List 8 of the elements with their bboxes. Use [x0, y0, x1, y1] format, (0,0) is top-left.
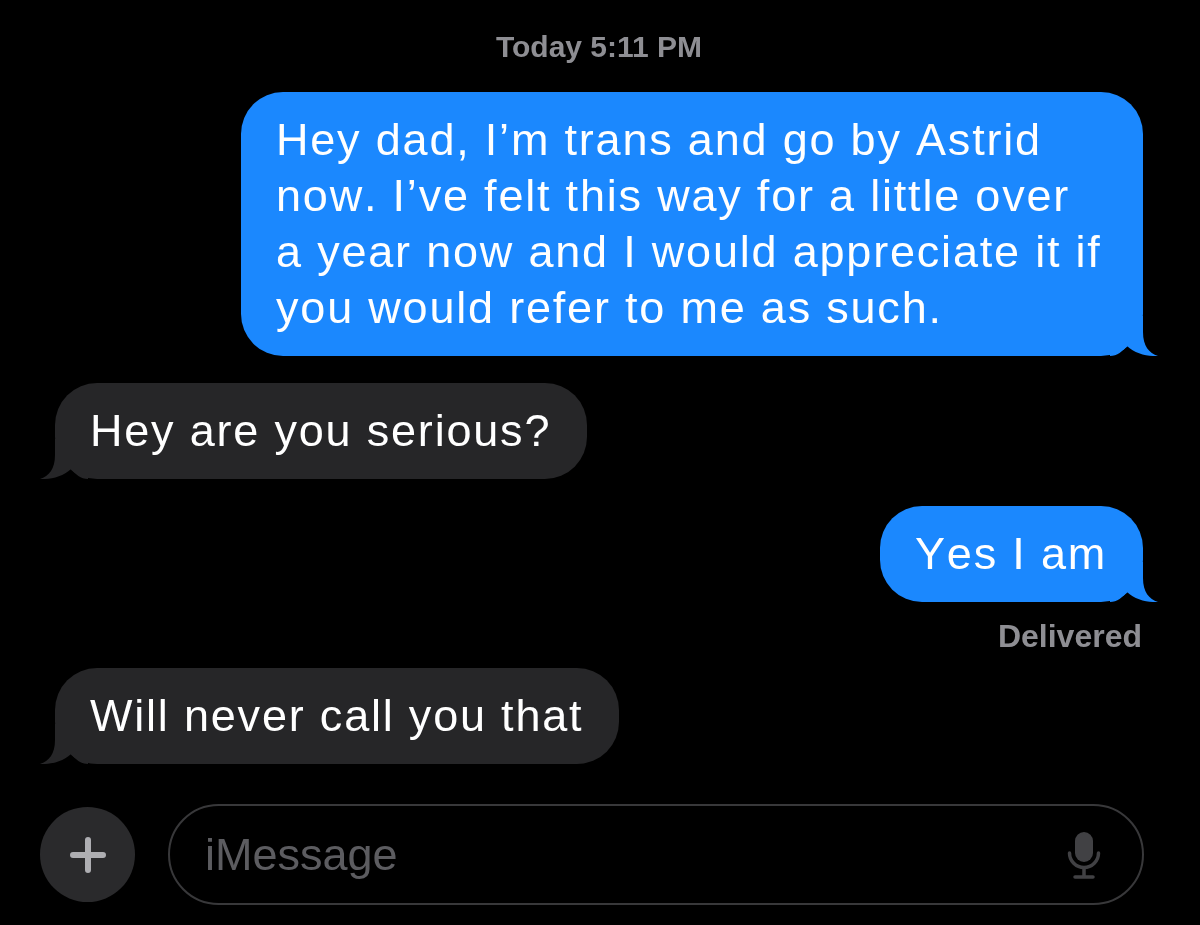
delivery-status: Delivered [997, 620, 1142, 652]
message-text: Will never call you that [90, 689, 584, 743]
message-text: Hey dad, I’m trans and go by Astrid now. I’ve felt this way for a little over a year now and I would appreciate it if you would refer to me as such. [276, 113, 1103, 335]
message-field[interactable]: iMessage [168, 804, 1144, 905]
message-text: Yes I am [915, 527, 1107, 581]
message-text: Hey are you serious? [90, 404, 552, 458]
plus-icon [69, 836, 106, 873]
timestamp-label: Today 5:11 PM [494, 32, 704, 62]
